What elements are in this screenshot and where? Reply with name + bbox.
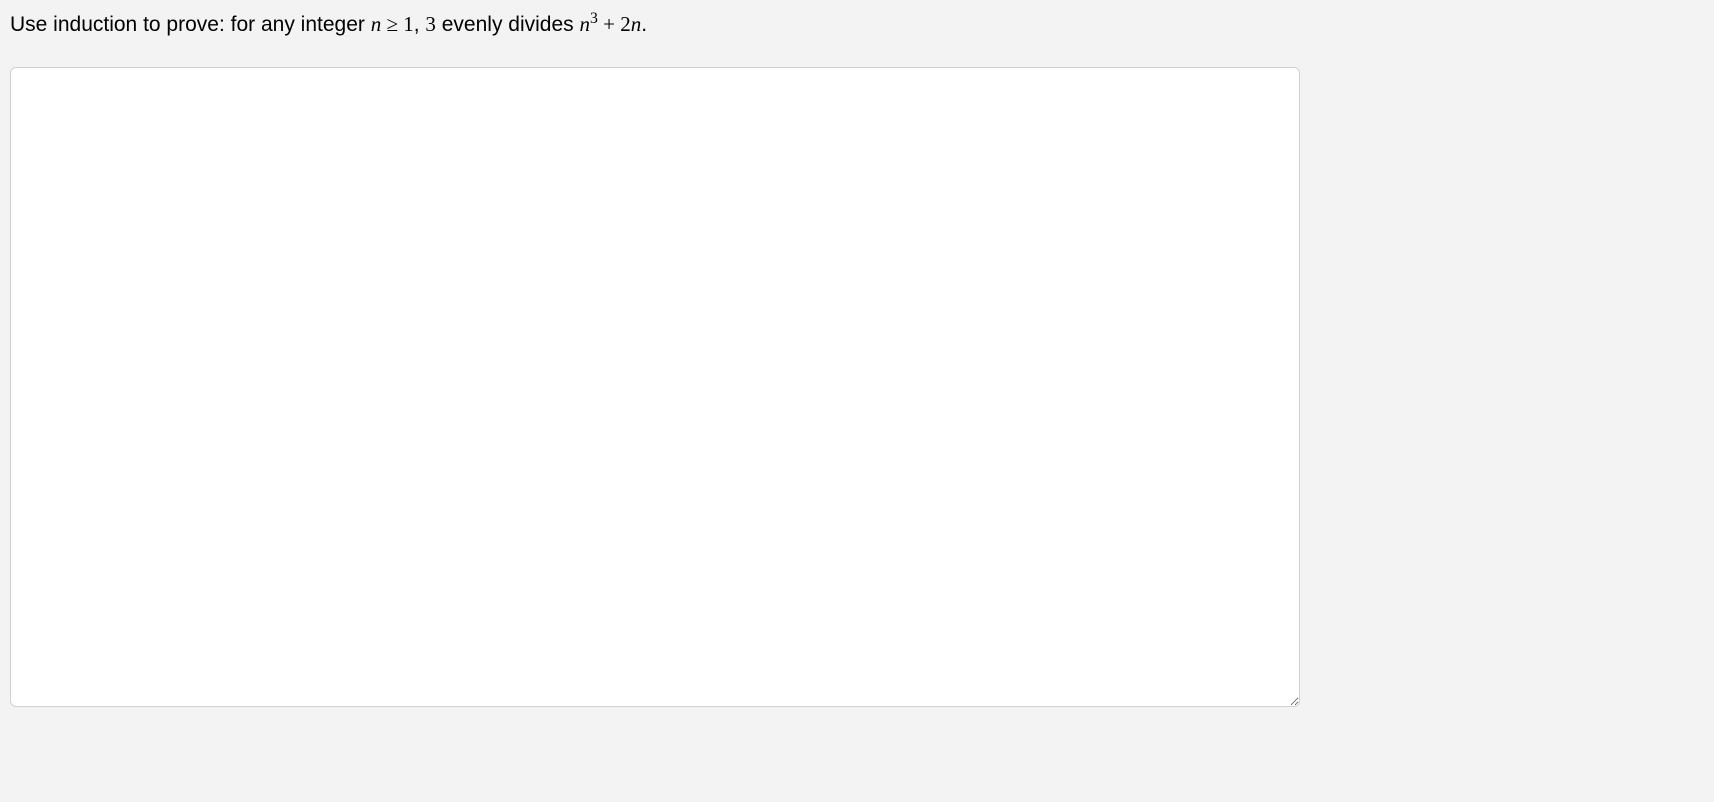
math-var-n2: n bbox=[579, 12, 590, 36]
question-prompt: Use induction to prove: for any integer … bbox=[10, 10, 1704, 39]
math-num-2: 2 bbox=[620, 12, 631, 36]
math-num-3: 3 bbox=[425, 12, 436, 36]
prompt-text-mid2: evenly divides bbox=[436, 13, 580, 36]
math-var-n3: n bbox=[631, 12, 642, 36]
prompt-text-mid: , bbox=[414, 13, 426, 36]
prompt-text-before: Use induction to prove: for any integer bbox=[10, 13, 371, 36]
math-sup-3: 3 bbox=[590, 10, 598, 27]
math-op-plus: + bbox=[598, 12, 620, 36]
math-op-geq: ≥ bbox=[381, 12, 403, 36]
prompt-text-end: . bbox=[641, 13, 647, 36]
math-var-n1: n bbox=[371, 12, 382, 36]
math-num-1: 1 bbox=[403, 12, 414, 36]
answer-textarea[interactable] bbox=[10, 67, 1300, 707]
